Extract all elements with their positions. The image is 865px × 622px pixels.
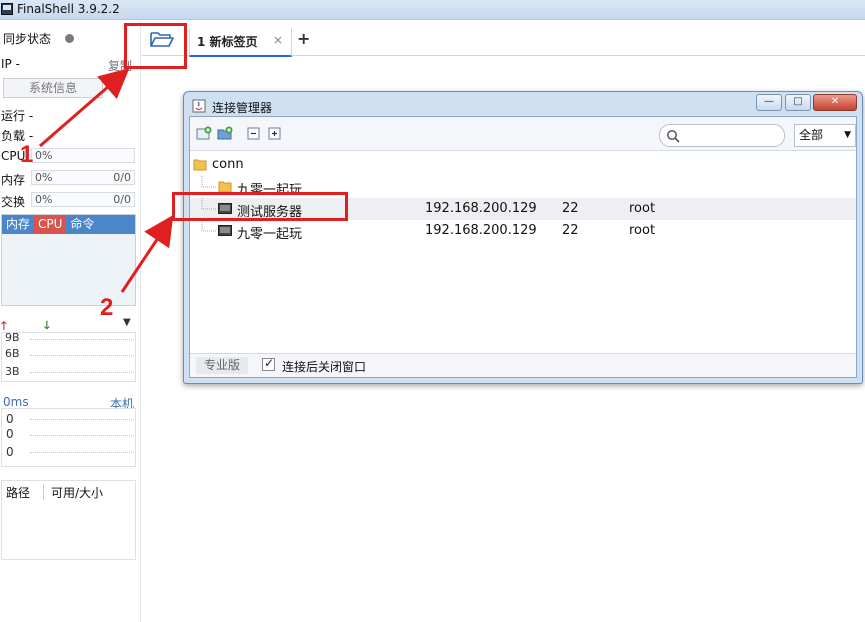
annotation-step-2: 2 <box>100 294 114 321</box>
annotation-step-1: 1 <box>20 141 34 168</box>
annotation-arrow-1 <box>39 68 130 148</box>
annotation-arrows <box>39 68 174 293</box>
annotation-arrow-2 <box>120 215 174 293</box>
